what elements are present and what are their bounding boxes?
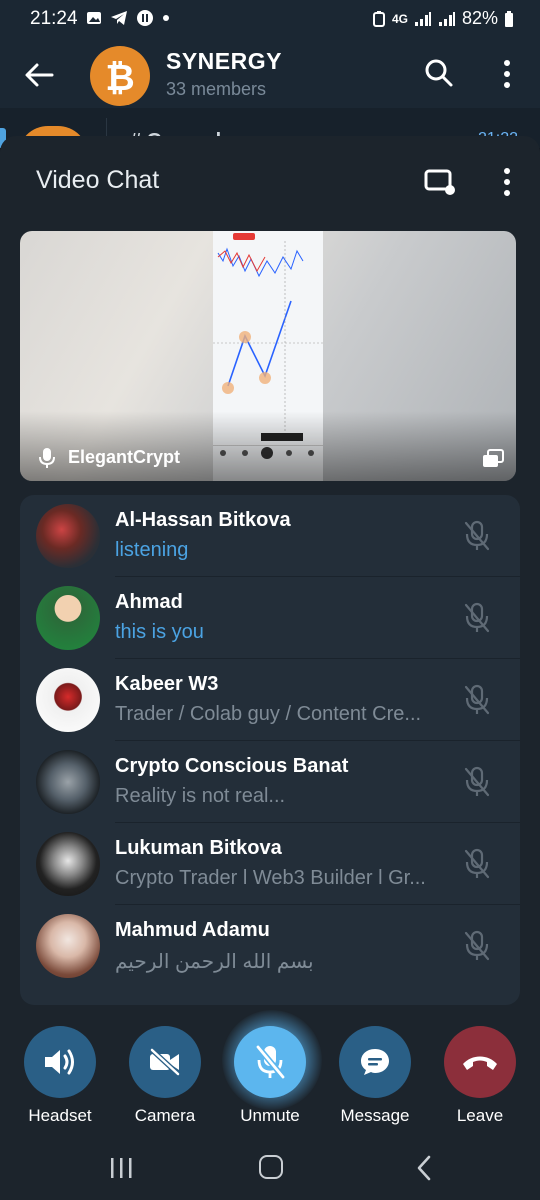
system-nav-bar xyxy=(0,1140,540,1200)
unmute-label: Unmute xyxy=(240,1106,300,1125)
participant-status: listening xyxy=(115,539,189,561)
participant-avatar[interactable] xyxy=(36,504,100,568)
alarm-icon xyxy=(372,10,385,27)
chat-header: ₿ SYNERGY 33 members xyxy=(0,40,540,108)
participant-row[interactable]: Al-Hassan Bitkova listening xyxy=(20,495,520,577)
battery-icon xyxy=(505,10,513,27)
participant-row[interactable]: Mahmud Adamu بسم الله الرحمن الرحيم xyxy=(20,905,520,987)
notification-icons xyxy=(86,9,170,27)
participant-status: Crypto Trader l Web3 Builder l Gr... xyxy=(115,867,426,889)
participant-avatar[interactable] xyxy=(36,914,100,978)
participant-name: Crypto Conscious Banat xyxy=(115,755,349,777)
more-options-icon[interactable] xyxy=(495,166,519,198)
microphone-off-icon xyxy=(255,1045,286,1079)
participant-avatar[interactable] xyxy=(36,832,100,896)
camera-button[interactable] xyxy=(129,1026,201,1098)
video-tile[interactable]: ElegantCrypt xyxy=(20,231,516,481)
group-member-count: 33 members xyxy=(166,79,267,99)
system-icons: 4G 82% xyxy=(372,8,514,29)
signal-icon-2 xyxy=(438,11,455,26)
participant-row[interactable]: Kabeer W3 Trader / Colab guy / Content Cr… xyxy=(20,659,520,741)
dot-icon xyxy=(163,15,169,21)
participant-name: Lukuman Bitkova xyxy=(115,837,282,859)
search-icon[interactable] xyxy=(424,58,454,88)
video-overlay xyxy=(20,411,516,481)
speaker-name: ElegantCrypt xyxy=(68,447,181,467)
camera-label: Camera xyxy=(134,1106,196,1125)
participant-avatar[interactable] xyxy=(36,668,100,732)
status-time: 21:24 xyxy=(30,8,78,29)
more-options-icon[interactable] xyxy=(495,58,519,90)
leave-button[interactable] xyxy=(444,1026,516,1098)
participant-name: Ahmad xyxy=(115,591,183,613)
chat-bubble-icon xyxy=(361,1049,389,1075)
svg-text:₿: ₿ xyxy=(105,58,134,98)
telegram-icon xyxy=(111,11,127,25)
nav-back-icon[interactable] xyxy=(414,1154,434,1182)
leave-label: Leave xyxy=(456,1106,504,1125)
participant-name: Kabeer W3 xyxy=(115,673,219,695)
unmute-button[interactable] xyxy=(234,1026,306,1098)
muted-mic-icon xyxy=(464,848,490,879)
muted-mic-icon xyxy=(464,602,490,633)
bitcoin-icon: ₿ xyxy=(105,58,134,98)
participant-name: Mahmud Adamu xyxy=(115,919,270,941)
hang-up-icon xyxy=(463,1056,497,1070)
participant-status: this is you xyxy=(115,621,204,643)
headset-button[interactable] xyxy=(24,1026,96,1098)
speaker-icon xyxy=(45,1049,74,1075)
gallery-icon xyxy=(87,12,101,24)
signal-icon xyxy=(414,11,431,26)
muted-mic-icon xyxy=(464,684,490,715)
headset-label: Headset xyxy=(28,1106,92,1125)
participant-status: Reality is not real... xyxy=(115,785,286,807)
muted-mic-icon xyxy=(464,930,490,961)
participant-avatar[interactable] xyxy=(36,750,100,814)
battery-percent: 82% xyxy=(461,8,498,28)
media-icon xyxy=(137,10,153,26)
status-bar: 21:24 4G 82% xyxy=(0,0,540,40)
participant-avatar[interactable] xyxy=(36,586,100,650)
participant-status: بسم الله الرحمن الرحيم xyxy=(115,951,314,973)
participant-list: Al-Hassan Bitkova listening Ahmad this is y… xyxy=(20,495,520,1005)
group-avatar[interactable]: ₿ xyxy=(90,46,150,106)
home-button[interactable] xyxy=(259,1155,283,1179)
message-label: Message xyxy=(340,1106,410,1125)
message-button[interactable] xyxy=(339,1026,411,1098)
camera-off-icon xyxy=(150,1048,180,1076)
muted-mic-icon xyxy=(464,766,490,797)
participant-status: Trader / Colab guy / Content Cre... xyxy=(115,703,422,725)
group-title[interactable]: SYNERGY xyxy=(166,48,282,75)
back-arrow-icon[interactable] xyxy=(22,58,56,92)
participant-row[interactable]: Ahmad this is you xyxy=(20,577,520,659)
muted-mic-icon xyxy=(464,520,490,551)
participant-row[interactable]: Lukuman Bitkova Crypto Trader l Web3 Buil… xyxy=(20,823,520,905)
screen-share-icon[interactable] xyxy=(424,168,456,196)
expand-video-icon[interactable] xyxy=(482,449,504,469)
recent-apps-icon[interactable] xyxy=(108,1156,134,1180)
participant-name: Al-Hassan Bitkova xyxy=(115,509,291,531)
participant-row[interactable]: Crypto Conscious Banat Reality is not rea… xyxy=(20,741,520,823)
video-chat-title: Video Chat xyxy=(36,166,160,194)
microphone-icon xyxy=(39,448,55,468)
network-type: 4G xyxy=(391,11,408,26)
